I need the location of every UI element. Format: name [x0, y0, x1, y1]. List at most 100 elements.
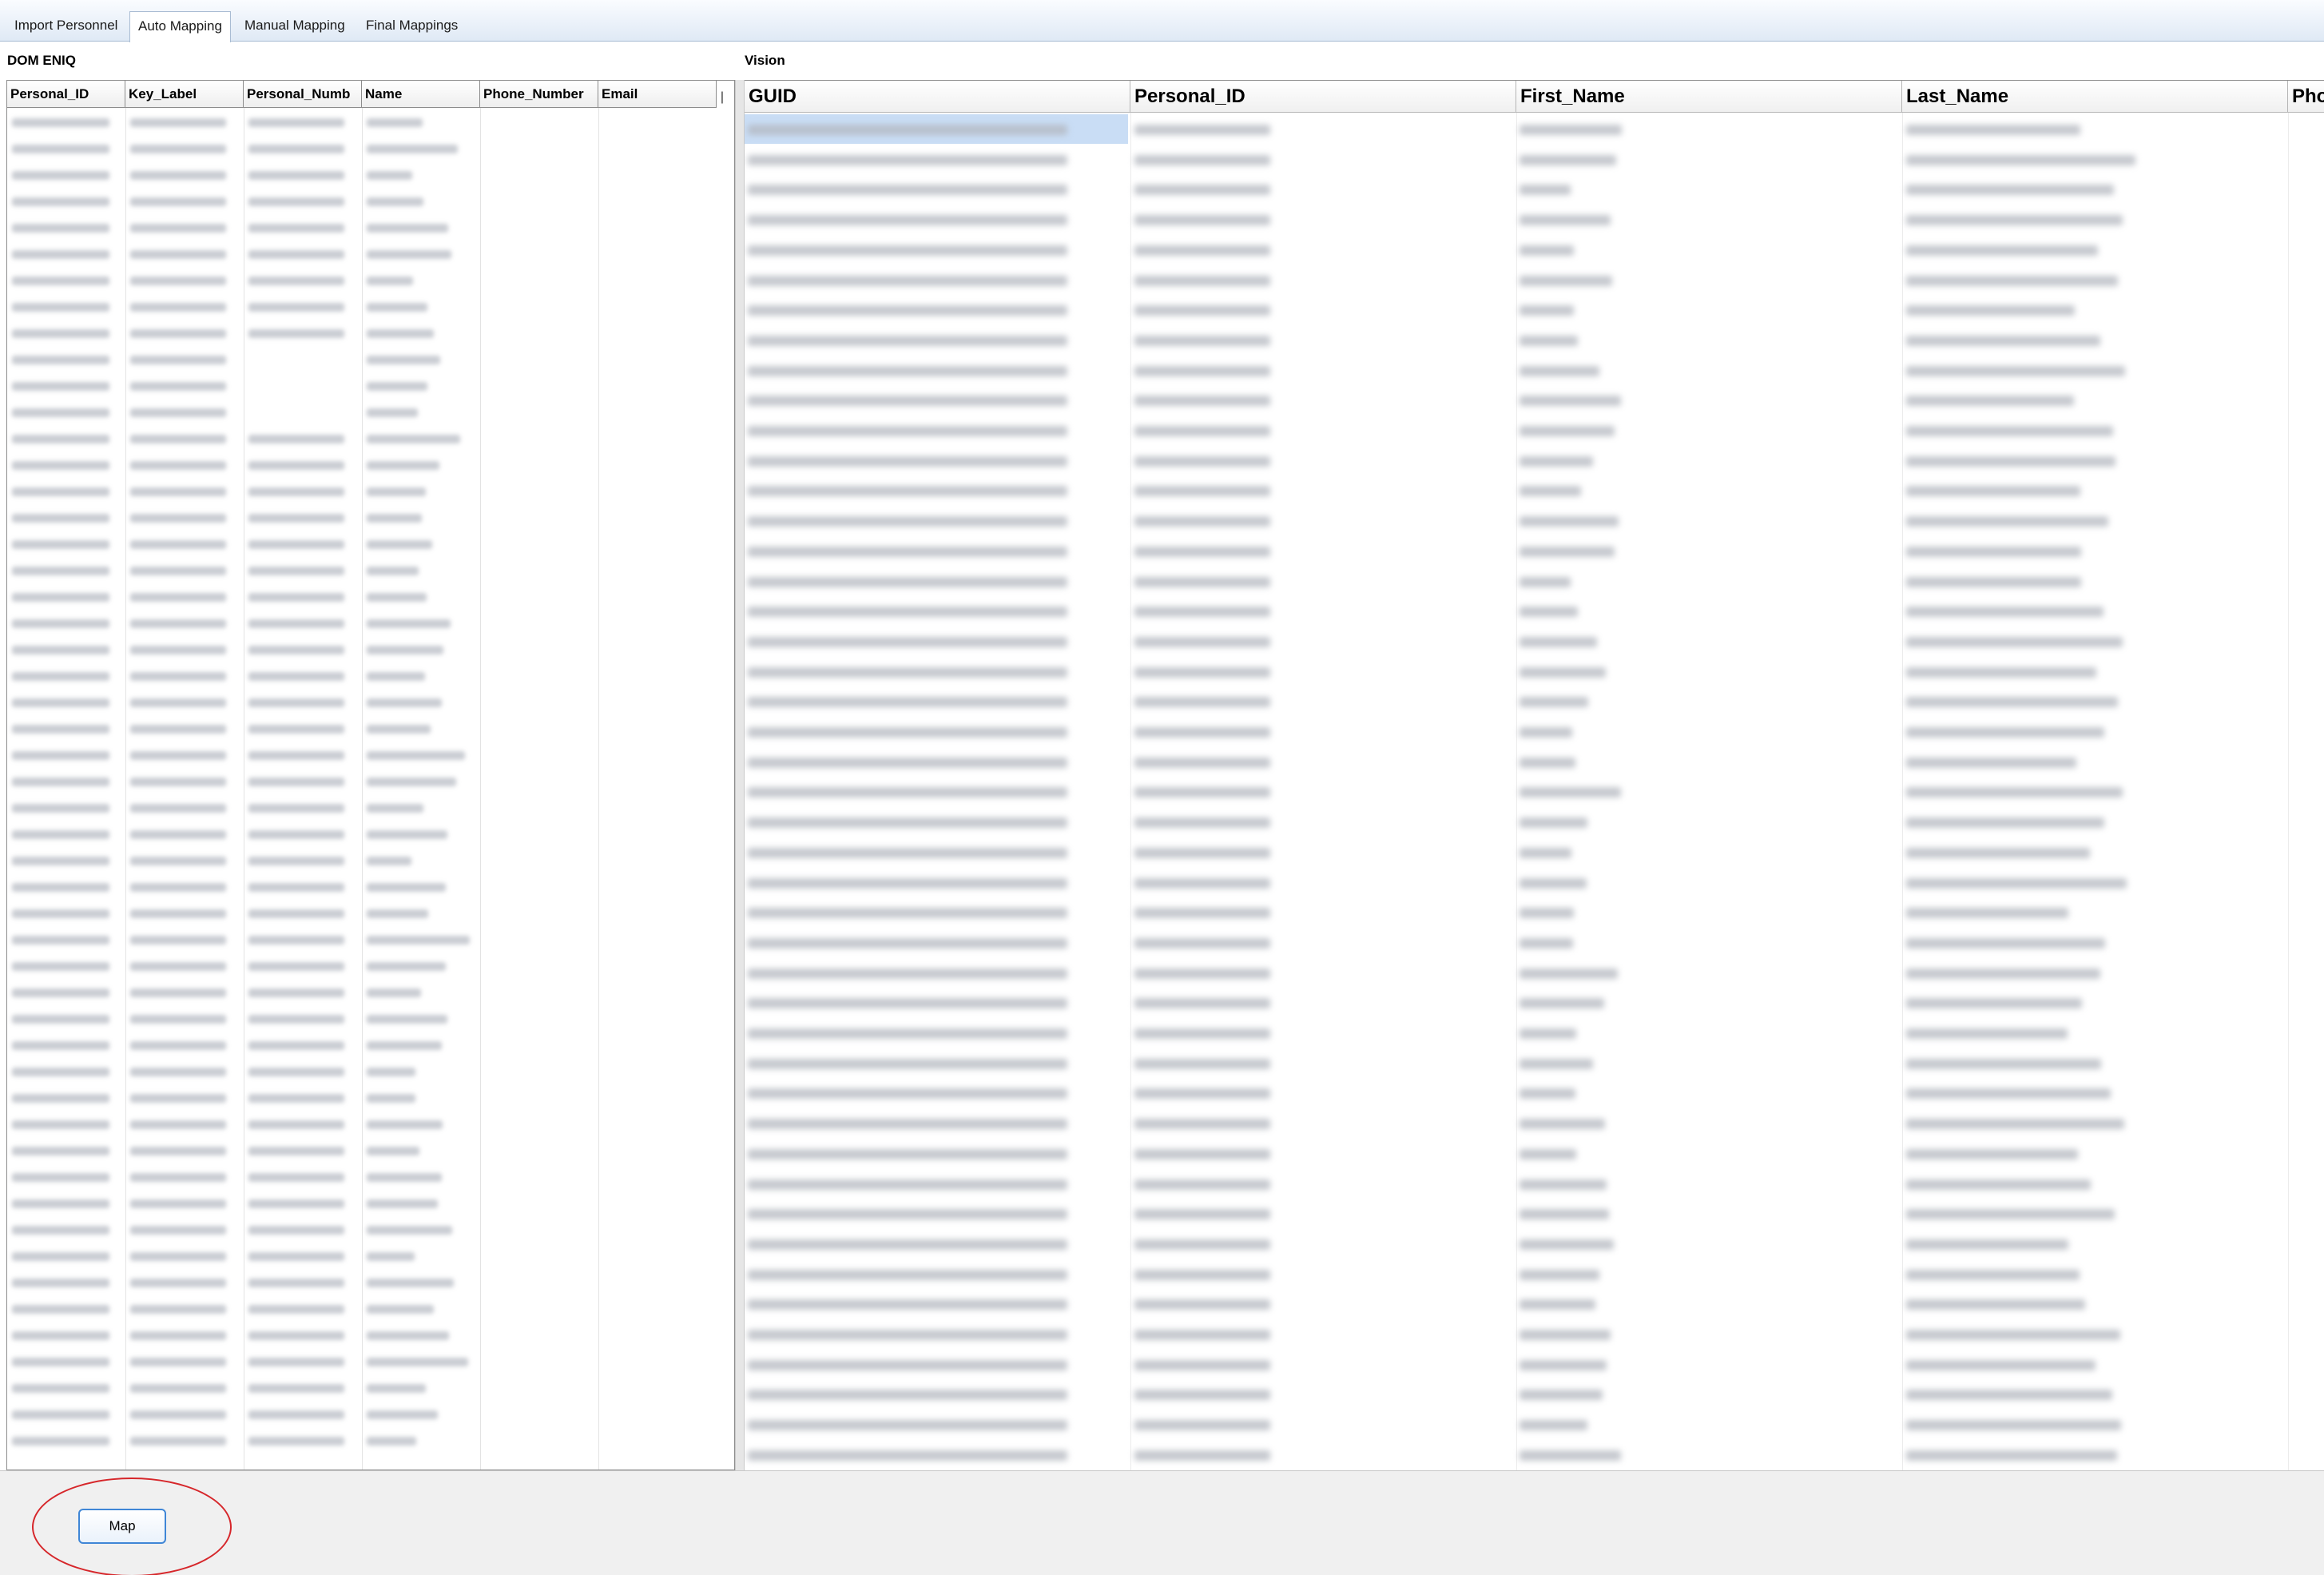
- vision-table[interactable]: GUID Personal_ID First_Name Last_Name Ph…: [745, 80, 2324, 1470]
- table-row[interactable]: [745, 1078, 2324, 1108]
- table-row[interactable]: [745, 1108, 2324, 1139]
- table-row[interactable]: [7, 1428, 734, 1454]
- table-row[interactable]: [745, 958, 2324, 988]
- table-row[interactable]: [745, 265, 2324, 296]
- tab-auto-mapping[interactable]: Auto Mapping: [129, 11, 231, 42]
- table-row[interactable]: [745, 1169, 2324, 1199]
- table-row[interactable]: [7, 268, 734, 294]
- table-row[interactable]: [745, 777, 2324, 807]
- table-row[interactable]: [7, 426, 734, 452]
- table-row[interactable]: [745, 1289, 2324, 1319]
- column-header-phone[interactable]: Pho: [2288, 81, 2324, 113]
- table-row[interactable]: [745, 1379, 2324, 1410]
- table-row[interactable]: [745, 897, 2324, 928]
- table-row[interactable]: [745, 1410, 2324, 1440]
- table-row[interactable]: [745, 868, 2324, 898]
- table-row[interactable]: [7, 795, 734, 821]
- column-header-name[interactable]: Name: [362, 81, 480, 108]
- table-row[interactable]: [745, 235, 2324, 265]
- table-row[interactable]: [7, 1296, 734, 1322]
- table-row[interactable]: [7, 1006, 734, 1032]
- tab-final-mappings[interactable]: Final Mappings: [358, 11, 466, 42]
- table-row[interactable]: [745, 596, 2324, 626]
- table-row[interactable]: [7, 162, 734, 189]
- table-row[interactable]: [745, 928, 2324, 958]
- table-row[interactable]: [745, 837, 2324, 868]
- table-row[interactable]: [7, 980, 734, 1006]
- table-row[interactable]: [745, 807, 2324, 837]
- table-row[interactable]: [7, 1349, 734, 1375]
- column-header-personal-numb[interactable]: Personal_Numb: [244, 81, 362, 108]
- table-row[interactable]: [7, 663, 734, 690]
- table-row[interactable]: [7, 953, 734, 980]
- column-header-email[interactable]: Email: [598, 81, 717, 108]
- table-row[interactable]: [7, 769, 734, 795]
- table-row[interactable]: [7, 531, 734, 558]
- table-row[interactable]: [745, 446, 2324, 476]
- table-row[interactable]: [7, 1270, 734, 1296]
- table-row[interactable]: [7, 1191, 734, 1217]
- table-row[interactable]: [7, 1032, 734, 1059]
- table-row[interactable]: [745, 1259, 2324, 1290]
- table-row[interactable]: [745, 205, 2324, 235]
- table-row[interactable]: [7, 479, 734, 505]
- table-row[interactable]: [745, 174, 2324, 205]
- column-header-first-name[interactable]: First_Name: [1516, 81, 1902, 113]
- table-row[interactable]: [7, 637, 734, 663]
- table-row[interactable]: [7, 452, 734, 479]
- column-resize-handle[interactable]: |: [714, 83, 730, 112]
- table-row[interactable]: [745, 626, 2324, 657]
- column-header-personal-id[interactable]: Personal_ID: [1130, 81, 1516, 113]
- table-row[interactable]: [745, 1350, 2324, 1380]
- table-row[interactable]: [745, 686, 2324, 717]
- table-row[interactable]: [7, 558, 734, 584]
- table-row[interactable]: [745, 1139, 2324, 1169]
- table-row[interactable]: [7, 1085, 734, 1112]
- table-row[interactable]: [7, 848, 734, 874]
- table-row[interactable]: [745, 657, 2324, 687]
- panel-splitter[interactable]: [735, 80, 745, 1470]
- table-row[interactable]: [7, 821, 734, 848]
- table-row[interactable]: [745, 114, 2324, 145]
- table-row[interactable]: [7, 109, 734, 136]
- table-row[interactable]: [745, 475, 2324, 506]
- dom-eniq-table[interactable]: Personal_ID Key_Label Personal_Numb Name…: [6, 80, 735, 1470]
- table-row[interactable]: [745, 1440, 2324, 1470]
- column-header-phone-number[interactable]: Phone_Number: [480, 81, 598, 108]
- table-row[interactable]: [745, 988, 2324, 1018]
- table-row[interactable]: [7, 874, 734, 901]
- table-row[interactable]: [7, 347, 734, 373]
- table-row[interactable]: [7, 1164, 734, 1191]
- table-row[interactable]: [745, 567, 2324, 597]
- table-row[interactable]: [745, 747, 2324, 778]
- tab-import-personnel[interactable]: Import Personnel: [6, 11, 125, 42]
- column-header-personal-id[interactable]: Personal_ID: [7, 81, 125, 108]
- table-row[interactable]: [7, 742, 734, 769]
- table-row[interactable]: [7, 189, 734, 215]
- column-header-guid[interactable]: GUID: [745, 81, 1130, 113]
- table-row[interactable]: [745, 145, 2324, 175]
- table-row[interactable]: [7, 901, 734, 927]
- table-row[interactable]: [7, 584, 734, 611]
- table-row[interactable]: [745, 1319, 2324, 1350]
- table-row[interactable]: [7, 1243, 734, 1270]
- table-row[interactable]: [7, 611, 734, 637]
- table-row[interactable]: [7, 400, 734, 426]
- table-row[interactable]: [7, 1402, 734, 1428]
- table-row[interactable]: [7, 1375, 734, 1402]
- table-row[interactable]: [745, 1199, 2324, 1229]
- table-row[interactable]: [7, 1059, 734, 1085]
- table-row[interactable]: [7, 320, 734, 347]
- table-row[interactable]: [7, 215, 734, 241]
- table-row[interactable]: [7, 294, 734, 320]
- table-row[interactable]: [745, 385, 2324, 416]
- table-row[interactable]: [7, 1322, 734, 1349]
- table-row[interactable]: [7, 136, 734, 162]
- table-row[interactable]: [7, 1112, 734, 1138]
- table-row[interactable]: [745, 356, 2324, 386]
- table-row[interactable]: [745, 536, 2324, 567]
- column-header-key-label[interactable]: Key_Label: [125, 81, 244, 108]
- table-row[interactable]: [7, 1138, 734, 1164]
- table-row[interactable]: [745, 1229, 2324, 1259]
- table-row[interactable]: [7, 505, 734, 531]
